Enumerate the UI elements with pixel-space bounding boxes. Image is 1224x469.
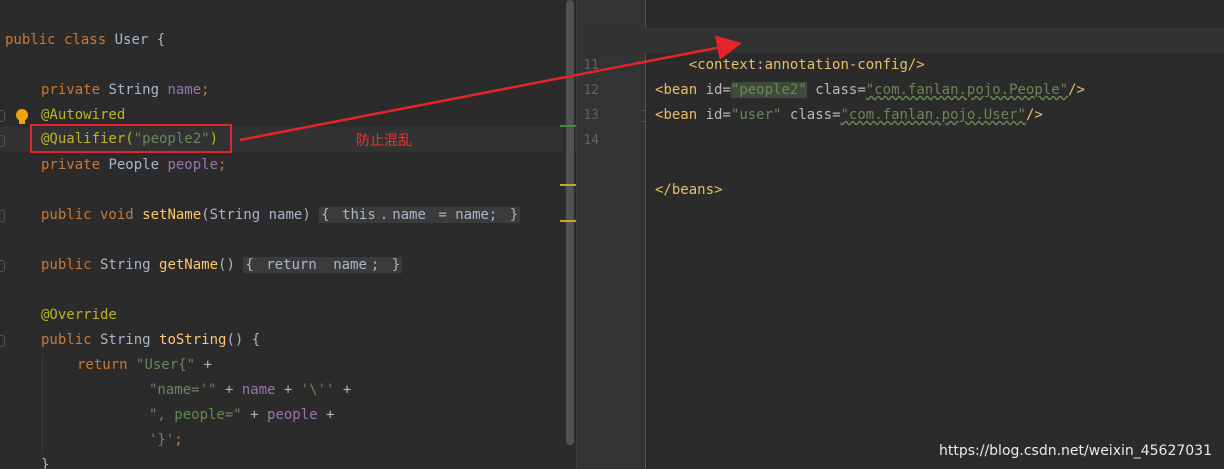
code-line[interactable]: "name='" + name + '\'' +	[0, 378, 576, 403]
code-line[interactable]: return "User{" +	[0, 353, 576, 378]
code-line[interactable]: }	[0, 453, 576, 469]
left-editor-pane[interactable]: public class User { private String name;…	[0, 0, 576, 469]
fold-marker-icon[interactable]	[0, 135, 5, 147]
code-line[interactable]: ", people=" + people +	[0, 403, 576, 428]
scrollbar-thumb[interactable]	[566, 0, 574, 445]
annotation-highlight-box	[30, 124, 232, 153]
xml-line-current[interactable]: 11 <bean id="people2" class="com.fanlan.…	[577, 28, 1224, 98]
xml-line[interactable]: 14 </beans>	[577, 103, 1224, 198]
code-line[interactable]: '}';	[0, 428, 576, 453]
code-line[interactable]: public String getName() { return name; }	[0, 253, 576, 278]
xml-line[interactable]: 10 <context:annotation-config/>	[577, 3, 1224, 73]
code-line[interactable]: @Override	[0, 303, 576, 328]
xml-line[interactable]: 12 <bean id="user" class="com.fanlan.poj…	[577, 53, 1224, 123]
right-editor-pane[interactable]: 10 <context:annotation-config/> 11 <bean…	[577, 0, 1224, 469]
code-line[interactable]: public void setName(String name) { this.…	[0, 203, 576, 228]
code-line[interactable]: public String toString() {	[0, 328, 576, 353]
scroll-marker[interactable]	[560, 220, 576, 222]
annotation-note: 防止混乱	[356, 133, 412, 149]
vertical-scrollbar[interactable]	[563, 0, 575, 469]
line-number: 14	[583, 133, 599, 148]
code-line[interactable]: public class User {	[0, 28, 576, 53]
code-line[interactable]: private String name;	[0, 78, 576, 103]
xml-line[interactable]: 13	[577, 78, 1224, 123]
scroll-marker[interactable]	[560, 184, 576, 186]
watermark: https://blog.csdn.net/weixin_45627031	[938, 443, 1212, 459]
code-line[interactable]: private People people;	[0, 153, 576, 178]
fold-marker-icon[interactable]	[641, 110, 646, 122]
scroll-marker[interactable]	[560, 125, 576, 127]
